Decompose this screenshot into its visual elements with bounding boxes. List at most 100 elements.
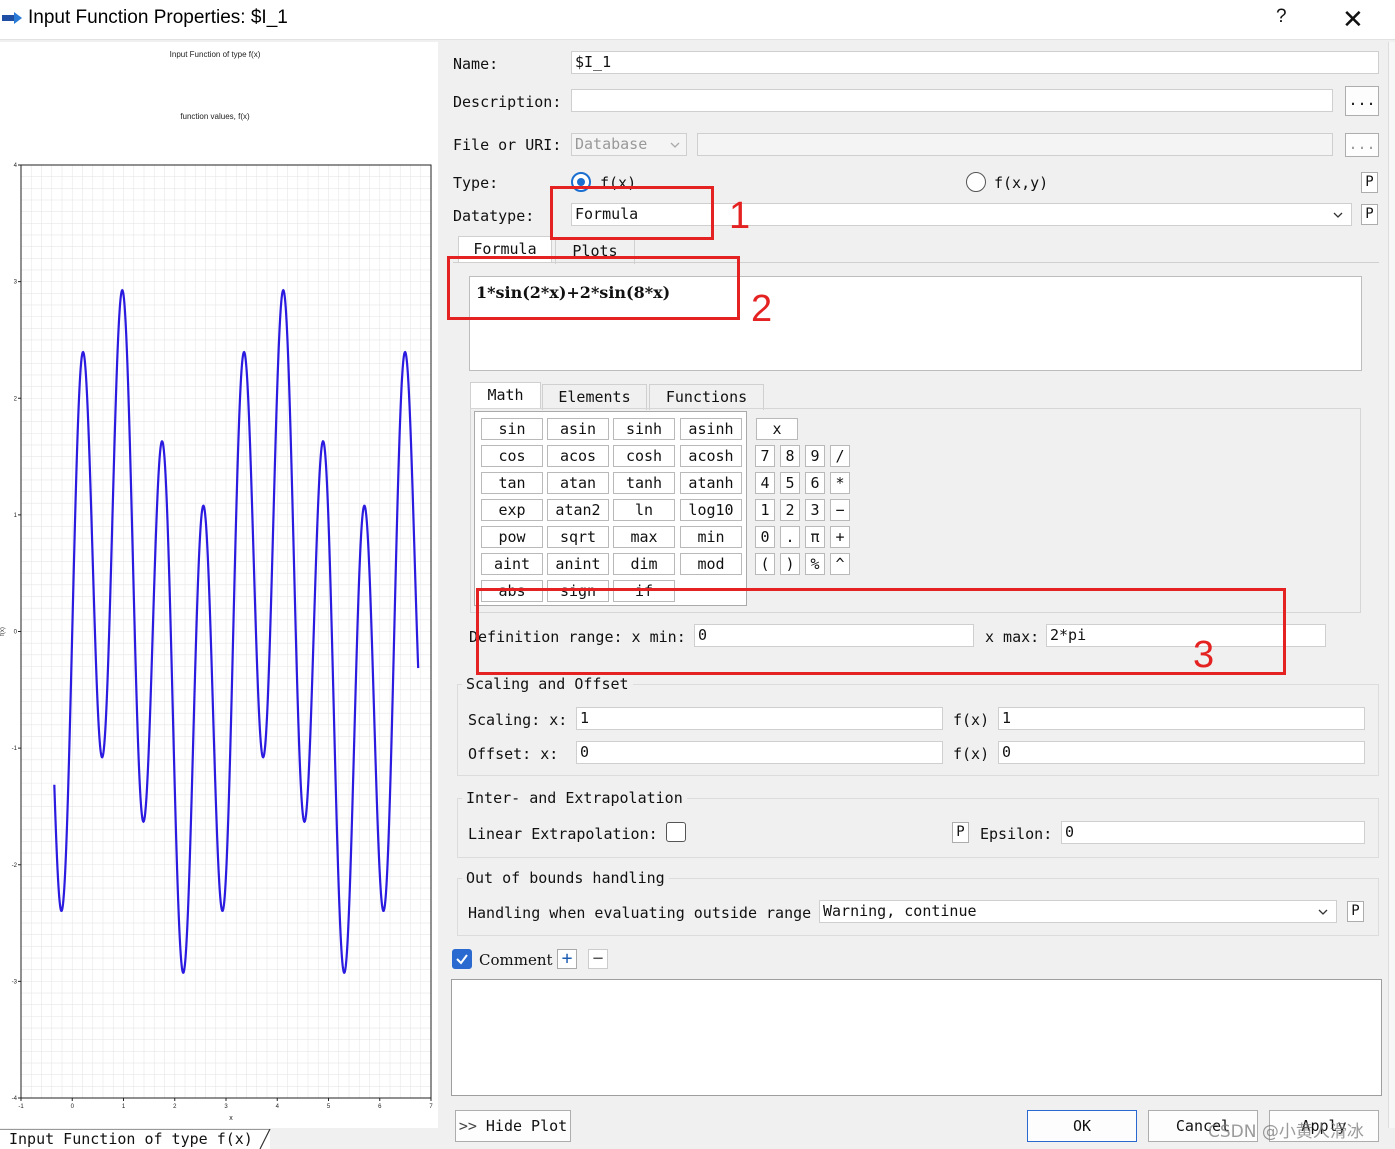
x-tick-label: 3: [224, 1104, 228, 1110]
key-cos[interactable]: cos: [481, 445, 543, 467]
window-title: Input Function Properties: $I_1: [28, 7, 288, 28]
name-field[interactable]: $I_1: [571, 51, 1379, 74]
ok-button[interactable]: OK: [1027, 1110, 1137, 1142]
annotation-box-3: [476, 588, 1286, 675]
key-)[interactable]: ): [780, 553, 800, 575]
chevron-down-icon: [670, 142, 680, 148]
annotation-number-3: 3: [1193, 634, 1215, 676]
key-sin[interactable]: sin: [481, 418, 543, 440]
key-π[interactable]: π: [805, 526, 825, 548]
key-exp[interactable]: exp: [481, 499, 543, 521]
comment-add-button[interactable]: +: [557, 949, 577, 969]
bounds-parameter-button[interactable]: P: [1347, 901, 1364, 922]
tab-functions[interactable]: Functions: [649, 384, 764, 410]
annotation-number-1: 1: [729, 195, 751, 237]
key-0[interactable]: 0: [755, 526, 775, 548]
key-sqrt[interactable]: sqrt: [547, 526, 609, 548]
tab-math[interactable]: Math: [470, 382, 541, 408]
epsilon-label: Epsilon:: [980, 825, 1053, 843]
key-mod[interactable]: mod: [680, 553, 742, 575]
key-1[interactable]: 1: [755, 499, 775, 521]
key-anint[interactable]: anint: [547, 553, 609, 575]
interp-group-title: Inter- and Extrapolation: [462, 789, 687, 807]
interp-parameter-button[interactable]: P: [952, 822, 969, 843]
file-uri-label: File or URI:: [453, 136, 562, 154]
key-acosh[interactable]: acosh: [680, 445, 742, 467]
key-−[interactable]: −: [830, 499, 850, 521]
annotation-number-2: 2: [751, 288, 773, 330]
comment-checkbox[interactable]: [452, 949, 472, 969]
hide-plot-button[interactable]: >> Hide Plot: [455, 1110, 571, 1142]
key-log10[interactable]: log10: [680, 499, 742, 521]
y-tick-label: -2: [12, 863, 18, 869]
key-acos[interactable]: acos: [547, 445, 609, 467]
function-plot: -1 0 1 2 3 4 5 6 7 -4 -3 -2 -1 0 1 2 3 4 x f(x): [0, 163, 433, 1122]
key-asinh[interactable]: asinh: [680, 418, 742, 440]
key-atan2[interactable]: atan2: [547, 499, 609, 521]
offset-fx-field[interactable]: 0: [998, 741, 1365, 764]
scaling-x-field[interactable]: 1: [576, 707, 943, 730]
close-button[interactable]: ✕: [1342, 4, 1364, 35]
key-%[interactable]: %: [805, 553, 825, 575]
linear-extrapolation-checkbox[interactable]: [666, 822, 686, 842]
offset-x-field[interactable]: 0: [576, 741, 943, 764]
chevron-down-icon: [1333, 212, 1343, 218]
key-ln[interactable]: ln: [613, 499, 675, 521]
key-3[interactable]: 3: [805, 499, 825, 521]
comment-label: Comment: [479, 951, 553, 969]
key-.[interactable]: .: [780, 526, 800, 548]
key-8[interactable]: 8: [780, 445, 800, 467]
file-more-button[interactable]: ...: [1345, 133, 1379, 157]
key-max[interactable]: max: [613, 526, 675, 548]
name-label: Name:: [453, 55, 499, 73]
key-min[interactable]: min: [680, 526, 742, 548]
scaling-fx-label: f(x): [953, 711, 990, 729]
key-6[interactable]: 6: [805, 472, 825, 494]
plot-bottom-tab[interactable]: Input Function of type f(x): [0, 1129, 270, 1149]
y-tick-label: -3: [12, 979, 18, 985]
key-^[interactable]: ^: [830, 553, 850, 575]
key-dim[interactable]: dim: [613, 553, 675, 575]
file-uri-field[interactable]: [697, 133, 1333, 156]
type-parameter-button[interactable]: P: [1361, 172, 1378, 193]
key-/[interactable]: /: [830, 445, 850, 467]
key-([interactable]: (: [755, 553, 775, 575]
bounds-handling-select[interactable]: Warning, continue: [819, 900, 1337, 923]
file-source-value: Database: [575, 135, 648, 153]
scrollbar[interactable]: [1388, 42, 1395, 1128]
key-4[interactable]: 4: [755, 472, 775, 494]
tab-elements[interactable]: Elements: [542, 384, 647, 410]
key-5[interactable]: 5: [780, 472, 800, 494]
checkmark-icon: [456, 954, 468, 965]
comment-textarea[interactable]: [451, 979, 1382, 1096]
key-cosh[interactable]: cosh: [613, 445, 675, 467]
description-more-button[interactable]: ...: [1345, 86, 1379, 116]
bounds-handling-label: Handling when evaluating outside range: [468, 904, 812, 922]
offset-fx-label: f(x): [953, 745, 990, 763]
key-atan[interactable]: atan: [547, 472, 609, 494]
file-source-select[interactable]: Database: [571, 133, 687, 156]
key-7[interactable]: 7: [755, 445, 775, 467]
key-x[interactable]: x: [756, 418, 798, 440]
scaling-fx-field[interactable]: 1: [998, 707, 1365, 730]
comment-remove-button[interactable]: −: [588, 949, 608, 969]
key-pow[interactable]: pow: [481, 526, 543, 548]
key-9[interactable]: 9: [805, 445, 825, 467]
key-tan[interactable]: tan: [481, 472, 543, 494]
key-aint[interactable]: aint: [481, 553, 543, 575]
type-fxy-radio[interactable]: [966, 172, 986, 192]
scaling-label: Scaling: x:: [468, 711, 568, 729]
help-button[interactable]: ?: [1276, 6, 1287, 28]
key-atanh[interactable]: atanh: [680, 472, 742, 494]
datatype-parameter-button[interactable]: P: [1361, 204, 1378, 225]
key-tanh[interactable]: tanh: [613, 472, 675, 494]
key-+[interactable]: +: [830, 526, 850, 548]
description-field[interactable]: [571, 89, 1333, 112]
key-2[interactable]: 2: [780, 499, 800, 521]
key-sinh[interactable]: sinh: [613, 418, 675, 440]
epsilon-field[interactable]: 0: [1061, 821, 1365, 844]
key-*[interactable]: *: [830, 472, 850, 494]
key-asin[interactable]: asin: [547, 418, 609, 440]
description-label: Description:: [453, 93, 562, 111]
plot-panel: Input Function of type f(x) function val…: [0, 42, 438, 1128]
